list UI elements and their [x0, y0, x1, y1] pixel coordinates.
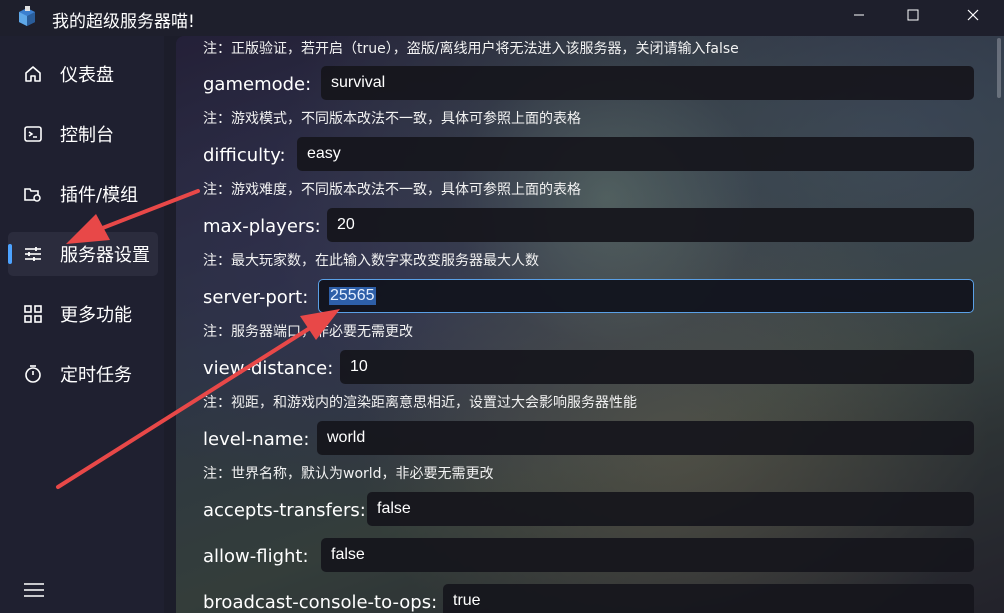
server-port-label: server-port: — [203, 287, 309, 308]
sidebar-item-plugins[interactable]: 插件/模组 — [8, 172, 158, 216]
sidebar-item-label: 仪表盘 — [60, 65, 114, 86]
level-name-note: 注：世界名称，默认为world，非必要无需更改 — [203, 466, 494, 482]
view-distance-input[interactable]: 10 — [340, 350, 974, 384]
allow-flight-label: allow-flight: — [203, 546, 309, 567]
scrollbar[interactable] — [997, 38, 1001, 98]
sidebar-item-console[interactable]: 控制台 — [8, 112, 158, 156]
sidebar-item-server-settings[interactable]: 服务器设置 — [8, 232, 158, 276]
difficulty-input[interactable]: easy — [297, 137, 974, 171]
minimize-icon — [854, 14, 864, 16]
difficulty-note: 注：游戏难度，不同版本改法不一致，具体可参照上面的表格 — [203, 182, 581, 198]
level-name-input[interactable]: world — [317, 421, 974, 455]
maximize-button[interactable] — [890, 0, 936, 30]
close-button[interactable] — [950, 0, 996, 30]
sliders-icon — [22, 243, 44, 265]
hamburger-icon — [24, 583, 44, 597]
maximize-icon — [907, 9, 919, 21]
sidebar-item-dashboard[interactable]: 仪表盘 — [8, 52, 158, 96]
close-icon — [967, 9, 979, 21]
broadcast-console-to-ops-input[interactable]: true — [443, 584, 974, 613]
terminal-icon — [22, 123, 44, 145]
sidebar-item-label: 控制台 — [60, 125, 114, 146]
gamemode-note: 注：游戏模式，不同版本改法不一致，具体可参照上面的表格 — [203, 111, 581, 127]
menu-toggle-button[interactable] — [22, 580, 46, 600]
server-port-note: 注：服务器端口，非必要无需更改 — [203, 324, 413, 340]
settings-panel[interactable]: 注：正版验证，若开启（true），盗版/离线用户将无法进入该服务器，关闭请输入f… — [176, 36, 1004, 613]
difficulty-label: difficulty: — [203, 145, 286, 166]
plugin-icon — [22, 183, 44, 205]
sidebar: 仪表盘 控制台 插件/模组 服务器设置 更多功能 定时任务 — [0, 36, 164, 613]
level-name-label: level-name: — [203, 429, 310, 450]
accepts-transfers-input[interactable]: false — [367, 492, 974, 526]
grid-icon — [22, 303, 44, 325]
server-port-input[interactable]: 25565 — [318, 279, 974, 313]
home-icon — [22, 63, 44, 85]
timer-icon — [22, 363, 44, 385]
window-title: 我的超级服务器喵! — [52, 12, 195, 32]
online-mode-note: 注：正版验证，若开启（true），盗版/离线用户将无法进入该服务器，关闭请输入f… — [203, 41, 739, 57]
accepts-transfers-label: accepts-transfers: — [203, 500, 366, 521]
max-players-note: 注：最大玩家数，在此输入数字来改变服务器最大人数 — [203, 253, 539, 269]
active-indicator — [8, 244, 12, 264]
sidebar-item-more[interactable]: 更多功能 — [8, 292, 158, 336]
minimize-button[interactable] — [836, 0, 882, 30]
app-logo-icon — [19, 6, 35, 26]
broadcast-console-to-ops-label: broadcast-console-to-ops: — [203, 592, 438, 613]
sidebar-item-label: 更多功能 — [60, 305, 132, 326]
allow-flight-input[interactable]: false — [321, 538, 974, 572]
title-bar: 我的超级服务器喵! — [0, 0, 1004, 36]
gamemode-input[interactable]: survival — [321, 66, 974, 100]
server-port-value: 25565 — [329, 287, 376, 305]
view-distance-label: view-distance: — [203, 358, 334, 379]
max-players-label: max-players: — [203, 216, 321, 237]
gamemode-label: gamemode: — [203, 74, 312, 95]
sidebar-item-scheduled-tasks[interactable]: 定时任务 — [8, 352, 158, 396]
sidebar-item-label: 插件/模组 — [60, 185, 139, 206]
view-distance-note: 注：视距，和游戏内的渲染距离意思相近，设置过大会影响服务器性能 — [203, 395, 637, 411]
sidebar-item-label: 定时任务 — [60, 365, 132, 386]
max-players-input[interactable]: 20 — [327, 208, 974, 242]
sidebar-item-label: 服务器设置 — [60, 245, 150, 266]
